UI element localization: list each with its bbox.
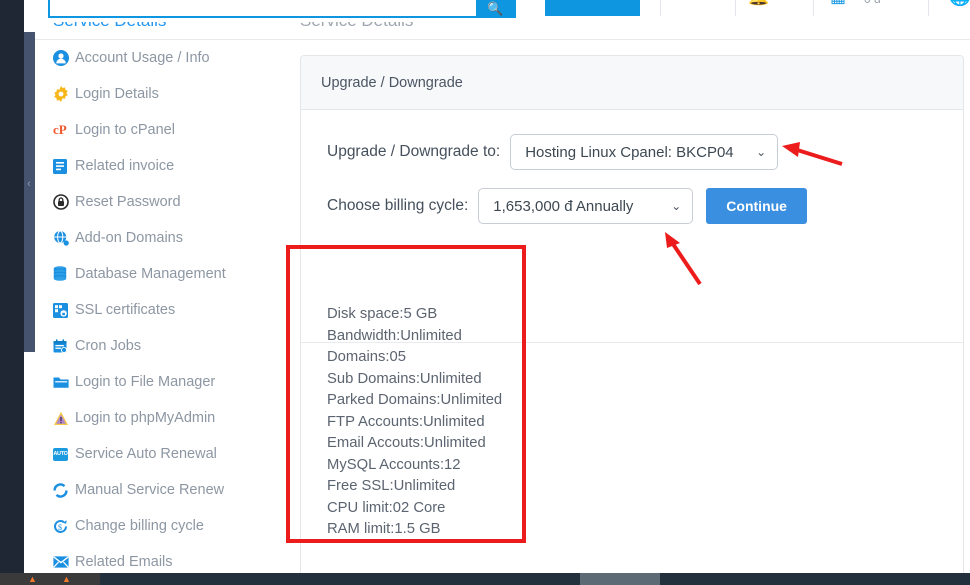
sidebar-item-manual-service-renew[interactable]: Manual Service Renew	[35, 472, 300, 508]
sidebar-item-label: Related Emails	[75, 554, 173, 570]
continue-button[interactable]: Continue	[706, 188, 807, 224]
sidebar-item-database-management[interactable]: Database Management	[35, 256, 300, 292]
sidebar-item-label: Service Auto Renewal	[75, 446, 217, 462]
folder-icon	[53, 373, 75, 391]
search-input[interactable]	[48, 0, 478, 18]
product-select-value: Hosting Linux Cpanel: BKCP04	[525, 143, 734, 161]
lock-reset-icon	[53, 193, 75, 211]
sidebar-item-label: Login to phpMyAdmin	[75, 410, 216, 426]
database-icon	[53, 265, 75, 283]
ssl-certificate-icon	[53, 301, 75, 319]
phpmyadmin-icon	[53, 409, 75, 427]
search-icon: 🔍	[487, 1, 504, 16]
billing-cycle-icon: $	[53, 517, 75, 535]
chevron-down-icon: ⌄	[756, 145, 767, 159]
taskbar-app-group: ▲ ▲	[0, 573, 100, 585]
sidebar-item-related-invoice[interactable]: Related invoice	[35, 148, 300, 184]
app-left-rail: ‹	[24, 32, 35, 352]
toolbar-divider	[660, 0, 661, 16]
billing-cycle-select[interactable]: 1,653,000 đ Annually ⌄	[478, 188, 694, 224]
taskbar-active-window[interactable]	[580, 573, 660, 585]
sidebar-item-label: Add-on Domains	[75, 230, 183, 246]
sidebar-item-login-details[interactable]: Login Details	[35, 76, 300, 112]
sidebar-item-cron-jobs[interactable]: Cron Jobs	[35, 328, 300, 364]
search-button[interactable]: 🔍	[476, 0, 516, 18]
sidebar-item-label: Related invoice	[75, 158, 175, 174]
bell-icon[interactable]: 🔔	[748, 0, 769, 8]
toolbar-divider	[928, 0, 929, 16]
product-row: Upgrade / Downgrade to: Hosting Linux Cp…	[327, 134, 943, 170]
svg-text:$: $	[58, 523, 62, 532]
sidebar-title: Service Details	[53, 22, 166, 32]
sidebar-item-label: Change billing cycle	[75, 518, 204, 534]
sidebar-item-label: SSL certificates	[75, 302, 176, 318]
sidebar-item-login-to-phpmyadmin[interactable]: Login to phpMyAdmin	[35, 400, 300, 436]
toolbar-divider	[735, 0, 736, 16]
sidebar-item-label: Account Usage / Info	[75, 50, 210, 66]
header-action-chip[interactable]	[545, 0, 640, 16]
user-circle-icon	[53, 49, 75, 67]
sidebar-item-change-billing-cycle[interactable]: $ Change billing cycle	[35, 508, 300, 544]
sidebar-item-label: Database Management	[75, 266, 226, 282]
sidebar-item-label: Reset Password	[75, 194, 181, 210]
globe-icon[interactable]: 🌐	[948, 0, 970, 8]
service-sidebar: Account Usage / Info Login Details cP Lo…	[35, 40, 300, 573]
os-taskbar: ▲ ▲	[0, 573, 970, 585]
toolbar-divider	[813, 0, 814, 16]
globe-network-icon	[53, 229, 75, 247]
sidebar-item-reset-password[interactable]: Reset Password	[35, 184, 300, 220]
billing-cycle-label: Choose billing cycle:	[327, 197, 469, 214]
sidebar-item-label: Cron Jobs	[75, 338, 142, 354]
grid-dots-icon[interactable]: ⋯	[670, 0, 690, 8]
cpanel-icon: cP	[53, 122, 67, 137]
sidebar-item-label: Manual Service Renew	[75, 482, 225, 498]
sidebar-item-service-auto-renewal[interactable]: AUTO Service Auto Renewal	[35, 436, 300, 472]
chevron-down-icon: ⌄	[671, 199, 682, 213]
os-left-rail	[0, 0, 24, 573]
card-header-title: Upgrade / Downgrade	[321, 74, 463, 91]
rail-collapse-arrow-icon[interactable]: ‹	[24, 177, 34, 191]
flame-icon[interactable]: ▲	[62, 574, 71, 584]
top-bar: 🔍 ⋯ 🔔 ▦ 0 đ 🌐 ▾	[35, 0, 970, 22]
product-label: Upgrade / Downgrade to:	[327, 143, 501, 160]
invoice-icon	[53, 157, 75, 175]
annotation-highlight-box	[286, 245, 526, 543]
sidebar-item-label: Login Details	[75, 86, 159, 102]
clipped-titles-row: Service Details Service Details	[35, 22, 970, 40]
sidebar-item-login-to-file-manager[interactable]: Login to File Manager	[35, 364, 300, 400]
sidebar-item-ssl-certificates[interactable]: SSL certificates	[35, 292, 300, 328]
card-header: Upgrade / Downgrade	[301, 56, 963, 110]
sidebar-item-add-on-domains[interactable]: Add-on Domains	[35, 220, 300, 256]
card-body: Upgrade / Downgrade to: Hosting Linux Cp…	[301, 110, 963, 343]
product-select[interactable]: Hosting Linux Cpanel: BKCP04 ⌄	[510, 134, 779, 170]
billing-cycle-row: Choose billing cycle: 1,653,000 đ Annual…	[327, 188, 943, 224]
envelope-icon	[53, 553, 75, 571]
page-title: Service Details	[300, 22, 413, 32]
account-balance: 0 đ	[864, 0, 881, 7]
screen: ‹ 🔍 ⋯ 🔔 ▦ 0 đ 🌐 ▾ Service Details Servic…	[0, 0, 970, 585]
refresh-icon	[53, 481, 75, 499]
calendar-clock-icon	[53, 337, 75, 355]
sidebar-item-label: Login to cPanel	[75, 122, 175, 138]
sidebar-item-account-usage-info[interactable]: Account Usage / Info	[35, 40, 300, 76]
credit-card-icon[interactable]: ▦	[830, 0, 846, 8]
sidebar-item-label: Login to File Manager	[75, 374, 216, 390]
billing-cycle-select-value: 1,653,000 đ Annually	[493, 197, 634, 215]
gear-icon	[53, 85, 75, 103]
flame-icon[interactable]: ▲	[28, 574, 37, 584]
auto-badge-icon: AUTO	[53, 445, 75, 463]
sidebar-item-login-to-cpanel[interactable]: cP Login to cPanel	[35, 112, 300, 148]
